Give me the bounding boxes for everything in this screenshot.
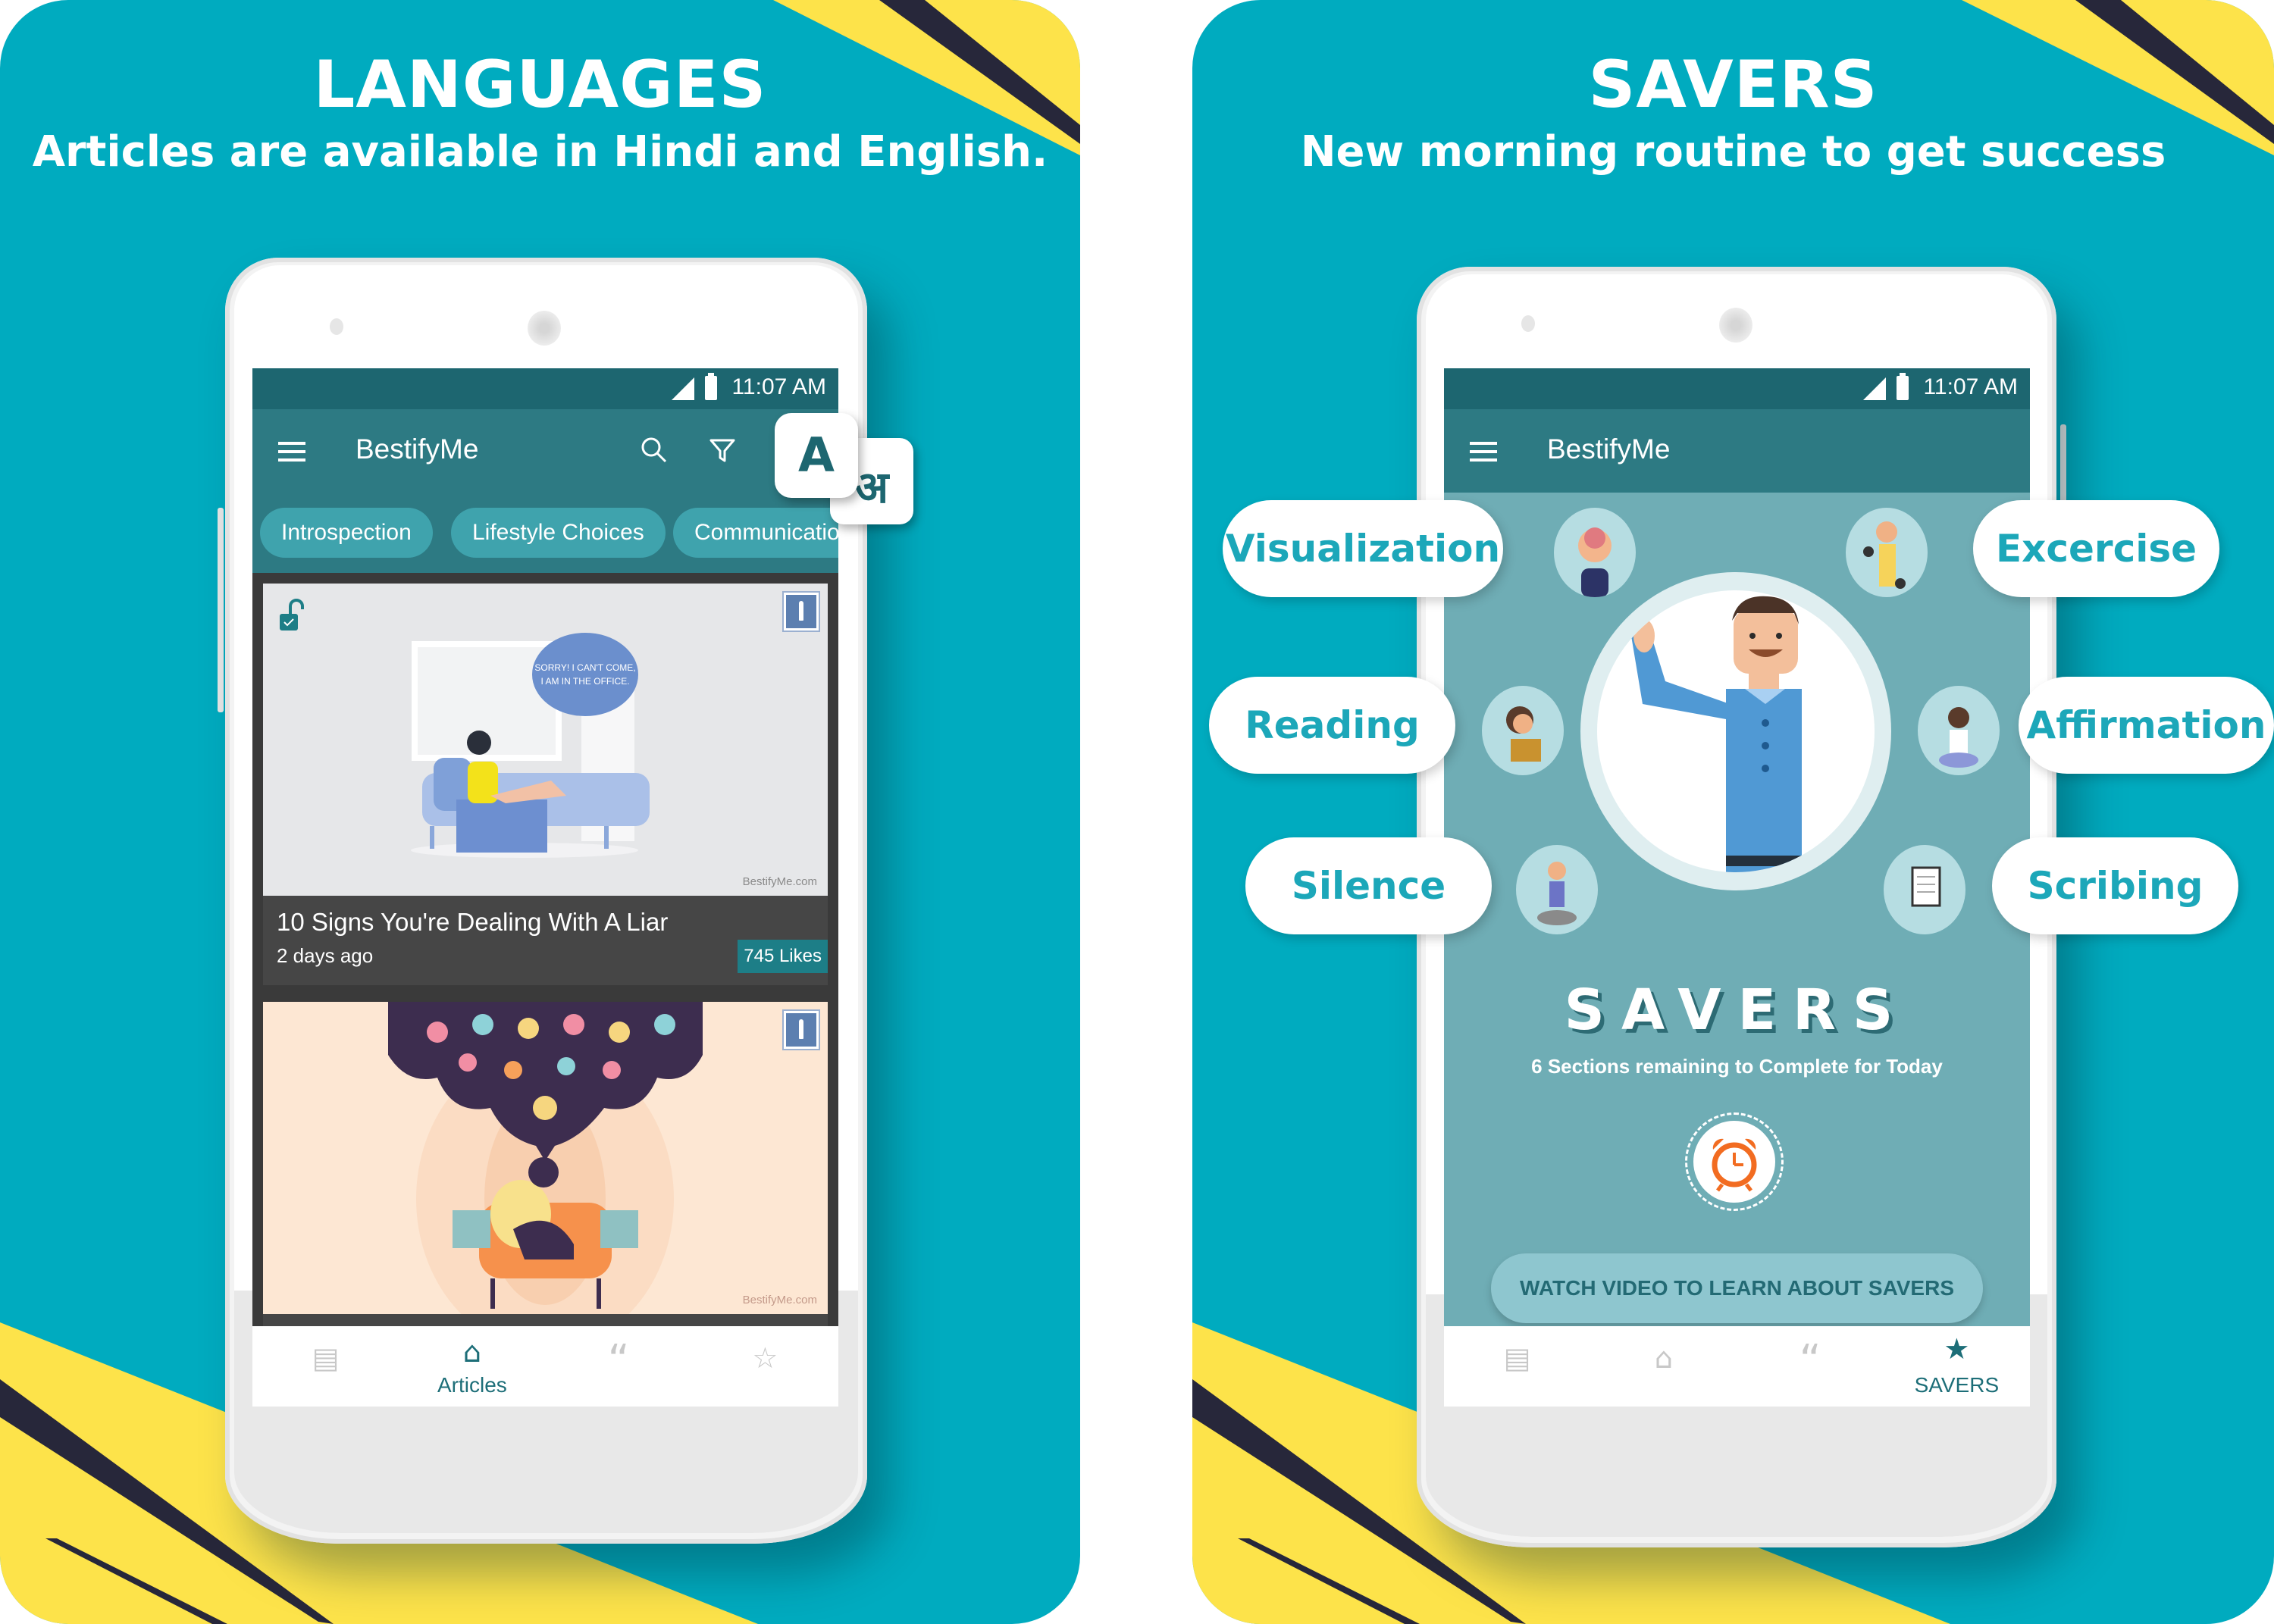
exercise-avatar[interactable] xyxy=(1846,508,1928,597)
alarm-button[interactable] xyxy=(1685,1112,1784,1211)
nav-item-savers[interactable]: ☆ xyxy=(692,1326,838,1407)
earpiece-speaker xyxy=(528,311,561,346)
hamburger-menu-icon[interactable] xyxy=(278,442,305,462)
status-time: 11:07 AM xyxy=(731,374,826,399)
section-excercise[interactable]: Excercise xyxy=(1973,500,2219,597)
nav-item-articles[interactable]: ⌂ xyxy=(1590,1326,1737,1407)
watermark: BestifyMe.com xyxy=(742,1294,817,1306)
chip-introspection[interactable]: Introspection xyxy=(260,508,433,558)
bookmark-icon[interactable] xyxy=(784,593,819,631)
chip-lifestyle-choices[interactable]: Lifestyle Choices xyxy=(451,508,666,558)
article-feed: SORRY! I CAN'T COME, I AM IN THE OFFICE.… xyxy=(252,573,838,1350)
section-affirmation[interactable]: Affirmation xyxy=(2019,677,2274,774)
category-chips: Introspection Lifestyle Choices Communic… xyxy=(252,493,838,573)
savers-title: SAVERS xyxy=(1564,978,1910,1043)
article-title[interactable]: 10 Signs You're Dealing With A Liar xyxy=(277,908,668,937)
front-camera xyxy=(330,318,343,335)
status-bar: 11:07 AM xyxy=(252,368,838,409)
filter-icon[interactable] xyxy=(707,435,738,465)
savers-panel: SAVERS New morning routine to get succes… xyxy=(1192,0,2274,1624)
status-time: 11:07 AM xyxy=(1923,374,2018,399)
phone-frame: 11:07 AM BestifyMe Introspection Lifesty… xyxy=(225,258,867,1544)
front-camera xyxy=(1521,315,1535,332)
likes-badge: 745 Likes xyxy=(738,940,828,973)
nav-item-quotes[interactable]: “ xyxy=(1737,1326,1884,1407)
scribing-avatar[interactable] xyxy=(1884,845,1965,934)
signal-icon xyxy=(672,377,694,400)
app-title: BestifyMe xyxy=(356,433,479,465)
nav-item-feed[interactable]: ▤ xyxy=(1444,1326,1590,1407)
battery-charging-icon xyxy=(1897,373,1909,400)
nav-label-savers: SAVERS xyxy=(1914,1373,2000,1397)
visualization-avatar[interactable] xyxy=(1554,508,1636,597)
hamburger-menu-icon[interactable] xyxy=(1470,442,1497,462)
app-screen: 11:07 AM BestifyMe Introspection Lifesty… xyxy=(252,368,838,1407)
alarm-clock-icon xyxy=(1712,1138,1757,1192)
battery-charging-icon xyxy=(705,373,717,400)
silence-avatar[interactable] xyxy=(1516,845,1598,934)
nav-item-savers[interactable]: ★ SAVERS xyxy=(1884,1326,2030,1407)
article-date: 2 days ago xyxy=(277,944,374,967)
quote-icon: “ xyxy=(607,1336,630,1385)
home-icon: ⌂ xyxy=(1654,1341,1673,1375)
panel-subline: Articles are available in Hindi and Engl… xyxy=(32,127,1048,177)
savers-dashboard: SAVERS 6 Sections remaining to Complete … xyxy=(1444,493,2030,1326)
reading-avatar[interactable] xyxy=(1482,686,1564,775)
english-language-key[interactable]: A xyxy=(775,413,858,498)
status-bar: 11:07 AM xyxy=(1444,368,2030,409)
savers-person-icon: ☆ xyxy=(752,1341,778,1375)
search-icon[interactable] xyxy=(639,435,669,465)
section-silence[interactable]: Silence xyxy=(1245,837,1492,934)
home-icon: ⌂ xyxy=(462,1335,481,1369)
panel-headline: SAVERS xyxy=(1588,47,1878,123)
earpiece-speaker xyxy=(1719,308,1752,343)
bookmark-icon[interactable] xyxy=(784,1011,819,1049)
article-card[interactable]: BestifyMe.com xyxy=(263,1002,828,1350)
bottom-navigation: ▤ ⌂ “ ★ SAVERS xyxy=(1444,1326,2030,1407)
phone-frame: 11:07 AM BestifyMe SAVERS 6 Sections rem… xyxy=(1417,267,2056,1547)
newspaper-icon: ▤ xyxy=(312,1341,340,1375)
savers-person-icon: ★ xyxy=(1944,1332,1970,1366)
hero-circle xyxy=(1580,572,1891,890)
languages-panel: LANGUAGES Articles are available in Hind… xyxy=(0,0,1080,1624)
section-visualization[interactable]: Visualization xyxy=(1223,500,1503,597)
article-illustration xyxy=(263,1002,828,1314)
watch-video-button[interactable]: WATCH VIDEO TO LEARN ABOUT SAVERS xyxy=(1491,1253,1983,1323)
speech-bubble-line-1: SORRY! I CAN'T COME, xyxy=(534,662,635,673)
app-toolbar: BestifyMe xyxy=(252,409,838,493)
article-card[interactable]: SORRY! I CAN'T COME, I AM IN THE OFFICE.… xyxy=(263,584,828,985)
watermark: BestifyMe.com xyxy=(742,875,817,888)
nav-item-feed[interactable]: ▤ xyxy=(252,1326,399,1407)
sections-remaining-text: 6 Sections remaining to Complete for Tod… xyxy=(1531,1055,1943,1078)
phone-side-button xyxy=(218,508,224,712)
nav-item-quotes[interactable]: “ xyxy=(546,1326,692,1407)
section-scribing[interactable]: Scribing xyxy=(1992,837,2238,934)
signal-icon xyxy=(1863,377,1886,400)
newspaper-icon: ▤ xyxy=(1503,1341,1531,1375)
nav-item-articles[interactable]: ⌂ Articles xyxy=(399,1326,545,1407)
panel-headline: LANGUAGES xyxy=(313,47,767,123)
hero-character-illustration xyxy=(1631,596,1802,872)
affirmation-avatar[interactable] xyxy=(1918,686,2000,775)
bottom-navigation: ▤ ⌂ Articles “ ☆ xyxy=(252,1326,838,1407)
quote-icon: “ xyxy=(1799,1336,1821,1385)
panel-subline: New morning routine to get success xyxy=(1300,127,2166,177)
app-screen: 11:07 AM BestifyMe SAVERS 6 Sections rem… xyxy=(1444,368,2030,1407)
app-toolbar: BestifyMe xyxy=(1444,409,2030,493)
article-illustration: SORRY! I CAN'T COME, I AM IN THE OFFICE. xyxy=(263,584,828,896)
app-title: BestifyMe xyxy=(1547,433,1671,465)
chip-communication[interactable]: Communication xyxy=(673,508,838,558)
speech-bubble-line-2: I AM IN THE OFFICE. xyxy=(540,676,629,687)
nav-label-articles: Articles xyxy=(437,1373,507,1397)
section-reading[interactable]: Reading xyxy=(1209,677,1455,774)
